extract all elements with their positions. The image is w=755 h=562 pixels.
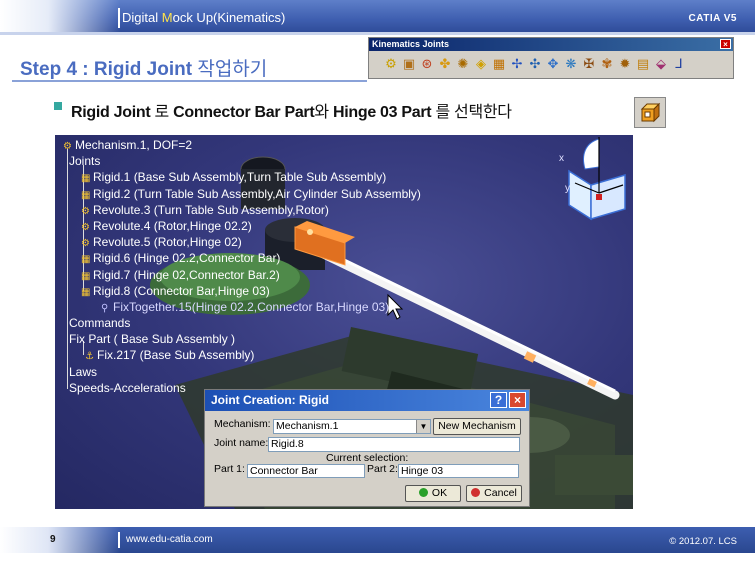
compass-icon[interactable]: x y bbox=[555, 135, 633, 225]
header-bar: Digital Mock Up(Kinematics) CATIA V5 bbox=[0, 0, 755, 32]
specification-tree: ⚙ Mechanism.1, DOF=2 Joints ▦ Rigid.1 (Bas… bbox=[63, 137, 421, 396]
gear-joint-icon[interactable]: ✹ bbox=[617, 55, 633, 73]
tree-node-joint[interactable]: ⚙ Revolute.4 (Rotor,Hinge 02.2) bbox=[63, 218, 421, 234]
prismatic-joint-icon[interactable]: ▣ bbox=[401, 55, 417, 73]
tree-node-joints[interactable]: Joints bbox=[63, 153, 421, 169]
header-title: Digital Mock Up(Kinematics) bbox=[122, 10, 286, 25]
new-mechanism-button[interactable]: New Mechanism bbox=[433, 418, 521, 435]
footer-bar: 9 www.edu-catia.com © 2012.07. LCS bbox=[0, 527, 755, 553]
dialog-titlebar[interactable]: Joint Creation: Rigid ? × bbox=[205, 390, 529, 411]
part2-label: Part 2: bbox=[367, 463, 398, 475]
tree-node-fix-part[interactable]: Fix Part ( Base Sub Assembly ) bbox=[63, 331, 421, 347]
spherical-joint-icon[interactable]: ✺ bbox=[455, 55, 471, 73]
part1-label: Part 1: bbox=[214, 463, 245, 475]
page-title: Step 4 : Rigid Joint 작업하기 bbox=[20, 59, 268, 80]
tree-node-joint[interactable]: ▦ Rigid.8 (Connector Bar,Hinge 03) bbox=[63, 283, 421, 299]
tree-node-joint[interactable]: ▦ Rigid.7 (Hinge 02,Connector Bar.2) bbox=[63, 267, 421, 283]
rigid-joint-icon[interactable]: ▦ bbox=[491, 55, 507, 73]
tree-node-laws[interactable]: Laws bbox=[63, 364, 421, 380]
tree-node-joint[interactable]: ⚙ Revolute.3 (Turn Table Sub Assembly,Rot… bbox=[63, 202, 421, 218]
svg-text:x: x bbox=[559, 153, 564, 164]
ok-icon bbox=[418, 488, 428, 497]
instruction-text: Rigid Joint 로 Connector Bar Part와 Hinge … bbox=[71, 104, 512, 121]
part1-field[interactable]: Connector Bar bbox=[247, 464, 365, 478]
point-curve-joint-icon[interactable]: ✢ bbox=[509, 55, 525, 73]
slide-curve-joint-icon[interactable]: ✣ bbox=[527, 55, 543, 73]
slide: Digital Mock Up(Kinematics) CATIA V5 Ste… bbox=[0, 0, 755, 562]
copyright: © 2012.07. LCS bbox=[669, 536, 737, 547]
tree-node-joint[interactable]: ▦ Rigid.1 (Base Sub Assembly,Turn Table S… bbox=[63, 169, 421, 185]
toolbar-close-button[interactable]: × bbox=[720, 39, 731, 49]
rigid-joint-icon[interactable] bbox=[634, 97, 666, 128]
tree-node-fix[interactable]: ⚓ Fix.217 (Base Sub Assembly) bbox=[63, 347, 421, 363]
tree-node-joint[interactable]: ▦ Rigid.6 (Hinge 02.2,Connector Bar) bbox=[63, 250, 421, 266]
joint-name-label: Joint name: bbox=[214, 437, 269, 449]
cable-joint-icon[interactable]: ⬙ bbox=[653, 55, 669, 73]
part2-field[interactable]: Hinge 03 bbox=[398, 464, 519, 478]
planar-joint-icon[interactable]: ◈ bbox=[473, 55, 489, 73]
mechanism-label: Mechanism: bbox=[214, 418, 271, 430]
page-number: 9 bbox=[50, 534, 56, 545]
cancel-button[interactable]: Cancel bbox=[466, 485, 522, 502]
tree-node-joint[interactable]: ▦ Rigid.2 (Turn Table Sub Assembly,Air Cy… bbox=[63, 186, 421, 202]
roll-curve-joint-icon[interactable]: ✥ bbox=[545, 55, 561, 73]
close-button[interactable]: × bbox=[509, 392, 526, 408]
tree-node-fixtogether[interactable]: ⚲ FixTogether.15(Hinge 02.2,Connector Bar… bbox=[63, 299, 421, 315]
footer-url: www.edu-catia.com bbox=[126, 534, 213, 545]
svg-text:y: y bbox=[565, 183, 570, 194]
help-button[interactable]: ? bbox=[490, 392, 507, 408]
ok-button[interactable]: OK bbox=[405, 485, 461, 502]
tree-node-mechanism[interactable]: ⚙ Mechanism.1, DOF=2 bbox=[63, 137, 421, 153]
brand-label: CATIA V5 bbox=[688, 13, 737, 24]
title-divider bbox=[12, 80, 367, 82]
screw-joint-icon[interactable]: ✤ bbox=[437, 55, 453, 73]
revolute-joint-icon[interactable]: ⚙ bbox=[383, 55, 399, 73]
joint-name-input[interactable]: Rigid.8 bbox=[268, 437, 520, 452]
point-surface-joint-icon[interactable]: ❋ bbox=[563, 55, 579, 73]
tree-node-commands[interactable]: Commands bbox=[63, 315, 421, 331]
joint-creation-dialog: Joint Creation: Rigid ? × Mechanism: Mec… bbox=[204, 389, 530, 507]
cancel-icon bbox=[471, 488, 481, 497]
kinematics-joints-toolbar: Kinematics Joints × ⚙ ▣ ⊛ ✤ ✺ ◈ ▦ ✢ ✣ ✥ … bbox=[368, 37, 734, 79]
mechanism-select[interactable]: Mechanism.1 ▼ bbox=[273, 419, 431, 434]
cv-joint-icon[interactable]: ✾ bbox=[599, 55, 615, 73]
axis-system-joint-icon[interactable]: ⅃ bbox=[671, 55, 687, 73]
rack-joint-icon[interactable]: ▤ bbox=[635, 55, 651, 73]
toolbar-titlebar[interactable]: Kinematics Joints × bbox=[369, 38, 733, 51]
universal-joint-icon[interactable]: ✠ bbox=[581, 55, 597, 73]
bullet-icon bbox=[54, 102, 62, 110]
tree-node-joint[interactable]: ⚙ Revolute.5 (Rotor,Hinge 02) bbox=[63, 234, 421, 250]
cylindrical-joint-icon[interactable]: ⊛ bbox=[419, 55, 435, 73]
chevron-down-icon: ▼ bbox=[416, 420, 430, 433]
